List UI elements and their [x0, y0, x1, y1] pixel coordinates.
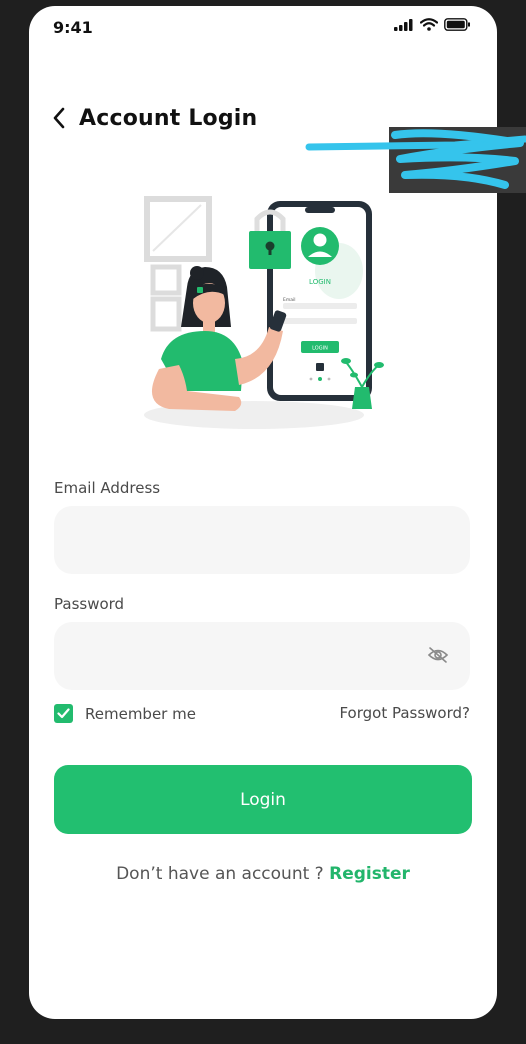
remember-me-checkbox[interactable]: Remember me — [54, 704, 196, 723]
password-label: Password — [54, 595, 125, 613]
email-label: Email Address — [54, 479, 161, 497]
register-link[interactable]: Register — [329, 864, 410, 884]
login-button[interactable]: Login — [54, 765, 472, 834]
forgot-password-link[interactable]: Forgot Password? — [339, 704, 470, 722]
remember-me-label: Remember me — [85, 704, 196, 723]
password-input[interactable] — [54, 622, 470, 690]
status-icons — [394, 18, 471, 31]
status-bar: 9:41 — [29, 6, 497, 50]
check-icon — [57, 708, 70, 719]
eye-off-icon[interactable] — [427, 646, 449, 664]
illustration-email-label: Email — [283, 297, 296, 303]
header: Account Login — [51, 104, 257, 132]
status-time: 9:41 — [53, 18, 93, 37]
signal-icon — [394, 18, 413, 31]
email-input[interactable] — [54, 506, 470, 574]
redaction-scribble — [305, 127, 526, 193]
wifi-icon — [420, 18, 438, 31]
page-title: Account Login — [79, 105, 258, 131]
register-prompt: Don’t have an account ? Register — [29, 864, 497, 884]
chevron-left-icon — [53, 107, 65, 129]
battery-icon — [444, 18, 470, 31]
register-prompt-text: Don’t have an account ? — [116, 864, 324, 884]
checkbox-checked-icon — [54, 704, 73, 723]
login-illustration: LOGIN Email LOGIN — [144, 196, 384, 429]
back-button[interactable] — [51, 104, 71, 132]
illustration-login-label: LOGIN — [309, 278, 331, 286]
illustration-button-label: LOGIN — [312, 346, 328, 352]
